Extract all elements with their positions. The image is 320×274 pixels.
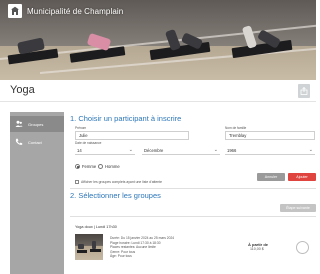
birth-year-value: 1966 <box>227 147 237 153</box>
activity-detail-gender: Genre: Pour tous <box>110 249 136 254</box>
activity-title: Yoga doux | Lundi 17h30 <box>75 225 117 229</box>
cancel-button[interactable]: Annuler <box>257 173 285 181</box>
share-button[interactable] <box>298 84 310 98</box>
municipality-name: Municipalité de Champlain <box>27 6 124 16</box>
birth-month-value: Décembre <box>144 147 164 153</box>
phone-icon <box>15 138 23 146</box>
checkbox[interactable] <box>75 180 79 184</box>
birth-year-select[interactable]: 1966 ⌄ <box>225 146 315 155</box>
sidebar-item-groupes[interactable]: Groupes <box>10 116 64 132</box>
sidebar-item-contact[interactable]: Contact <box>10 134 64 150</box>
first-name-field[interactable]: Julie <box>75 131 189 140</box>
show-full-groups-label: Afficher les groupes complets ayant une … <box>81 180 163 184</box>
thumb-mat <box>90 249 101 252</box>
first-name-label: Prénom <box>75 126 87 130</box>
radio-button[interactable] <box>75 164 80 169</box>
divider <box>70 188 316 189</box>
sidebar: Groupes Contact <box>10 112 64 274</box>
select-group-radio[interactable] <box>296 241 309 254</box>
building-icon <box>8 4 22 18</box>
last-name-label: Nom de famille <box>225 126 247 130</box>
activity-detail-duration: Durée: Du 15 janvier 2024 au 25 mars 202… <box>110 236 175 240</box>
thumb-person <box>78 244 84 249</box>
show-full-groups-option[interactable]: Afficher les groupes complets ayant une … <box>75 180 162 184</box>
chevron-down-icon: ⌄ <box>128 147 133 153</box>
radio-button[interactable] <box>98 164 103 169</box>
sidebar-item-label: Groupes <box>28 121 44 127</box>
divider <box>70 216 316 217</box>
hero-banner: Municipalité de Champlain <box>0 0 316 80</box>
add-button[interactable]: Ajouter <box>288 173 316 181</box>
gender-male-option[interactable]: Homme <box>98 164 120 169</box>
users-icon <box>15 120 23 128</box>
page-title-bar: Yoga <box>0 80 316 102</box>
birth-month-select[interactable]: Décembre ⌄ <box>142 146 220 155</box>
thumb-mat <box>77 250 87 253</box>
page-title: Yoga <box>10 84 35 96</box>
activity-thumbnail <box>75 234 103 260</box>
share-icon <box>300 87 308 95</box>
gender-female-label: Femme <box>82 164 97 169</box>
birth-day-select[interactable]: 14 ⌄ <box>75 146 135 155</box>
thumb-person <box>92 241 96 249</box>
chevron-down-icon: ⌄ <box>308 147 313 153</box>
step2-title: 2. Sélectionner les groupes <box>70 191 161 200</box>
chevron-down-icon: ⌄ <box>213 147 218 153</box>
activity-detail-age: Âge: Pour tous <box>110 254 132 258</box>
activity-detail-places: Places restantes: Aucune limite <box>110 245 156 249</box>
site-header[interactable]: Municipalité de Champlain <box>8 4 123 18</box>
gender-female-option[interactable]: Femme <box>75 164 96 169</box>
birth-day-value: 14 <box>77 147 82 153</box>
step1-title: 1. Choisir un participant à inscrire <box>70 114 182 123</box>
next-step-button[interactable]: Étape suivante <box>280 204 316 212</box>
activity-detail-schedule: Plage horaire: Lundi 17:30 à 18:30 <box>110 240 161 245</box>
last-name-field[interactable]: Tremblay <box>225 131 315 140</box>
gender-male-label: Homme <box>105 164 120 169</box>
price-value: 110,00 $ <box>250 247 264 251</box>
sidebar-item-label: Contact <box>28 139 42 145</box>
birth-date-label: Date de naissance <box>75 141 102 145</box>
